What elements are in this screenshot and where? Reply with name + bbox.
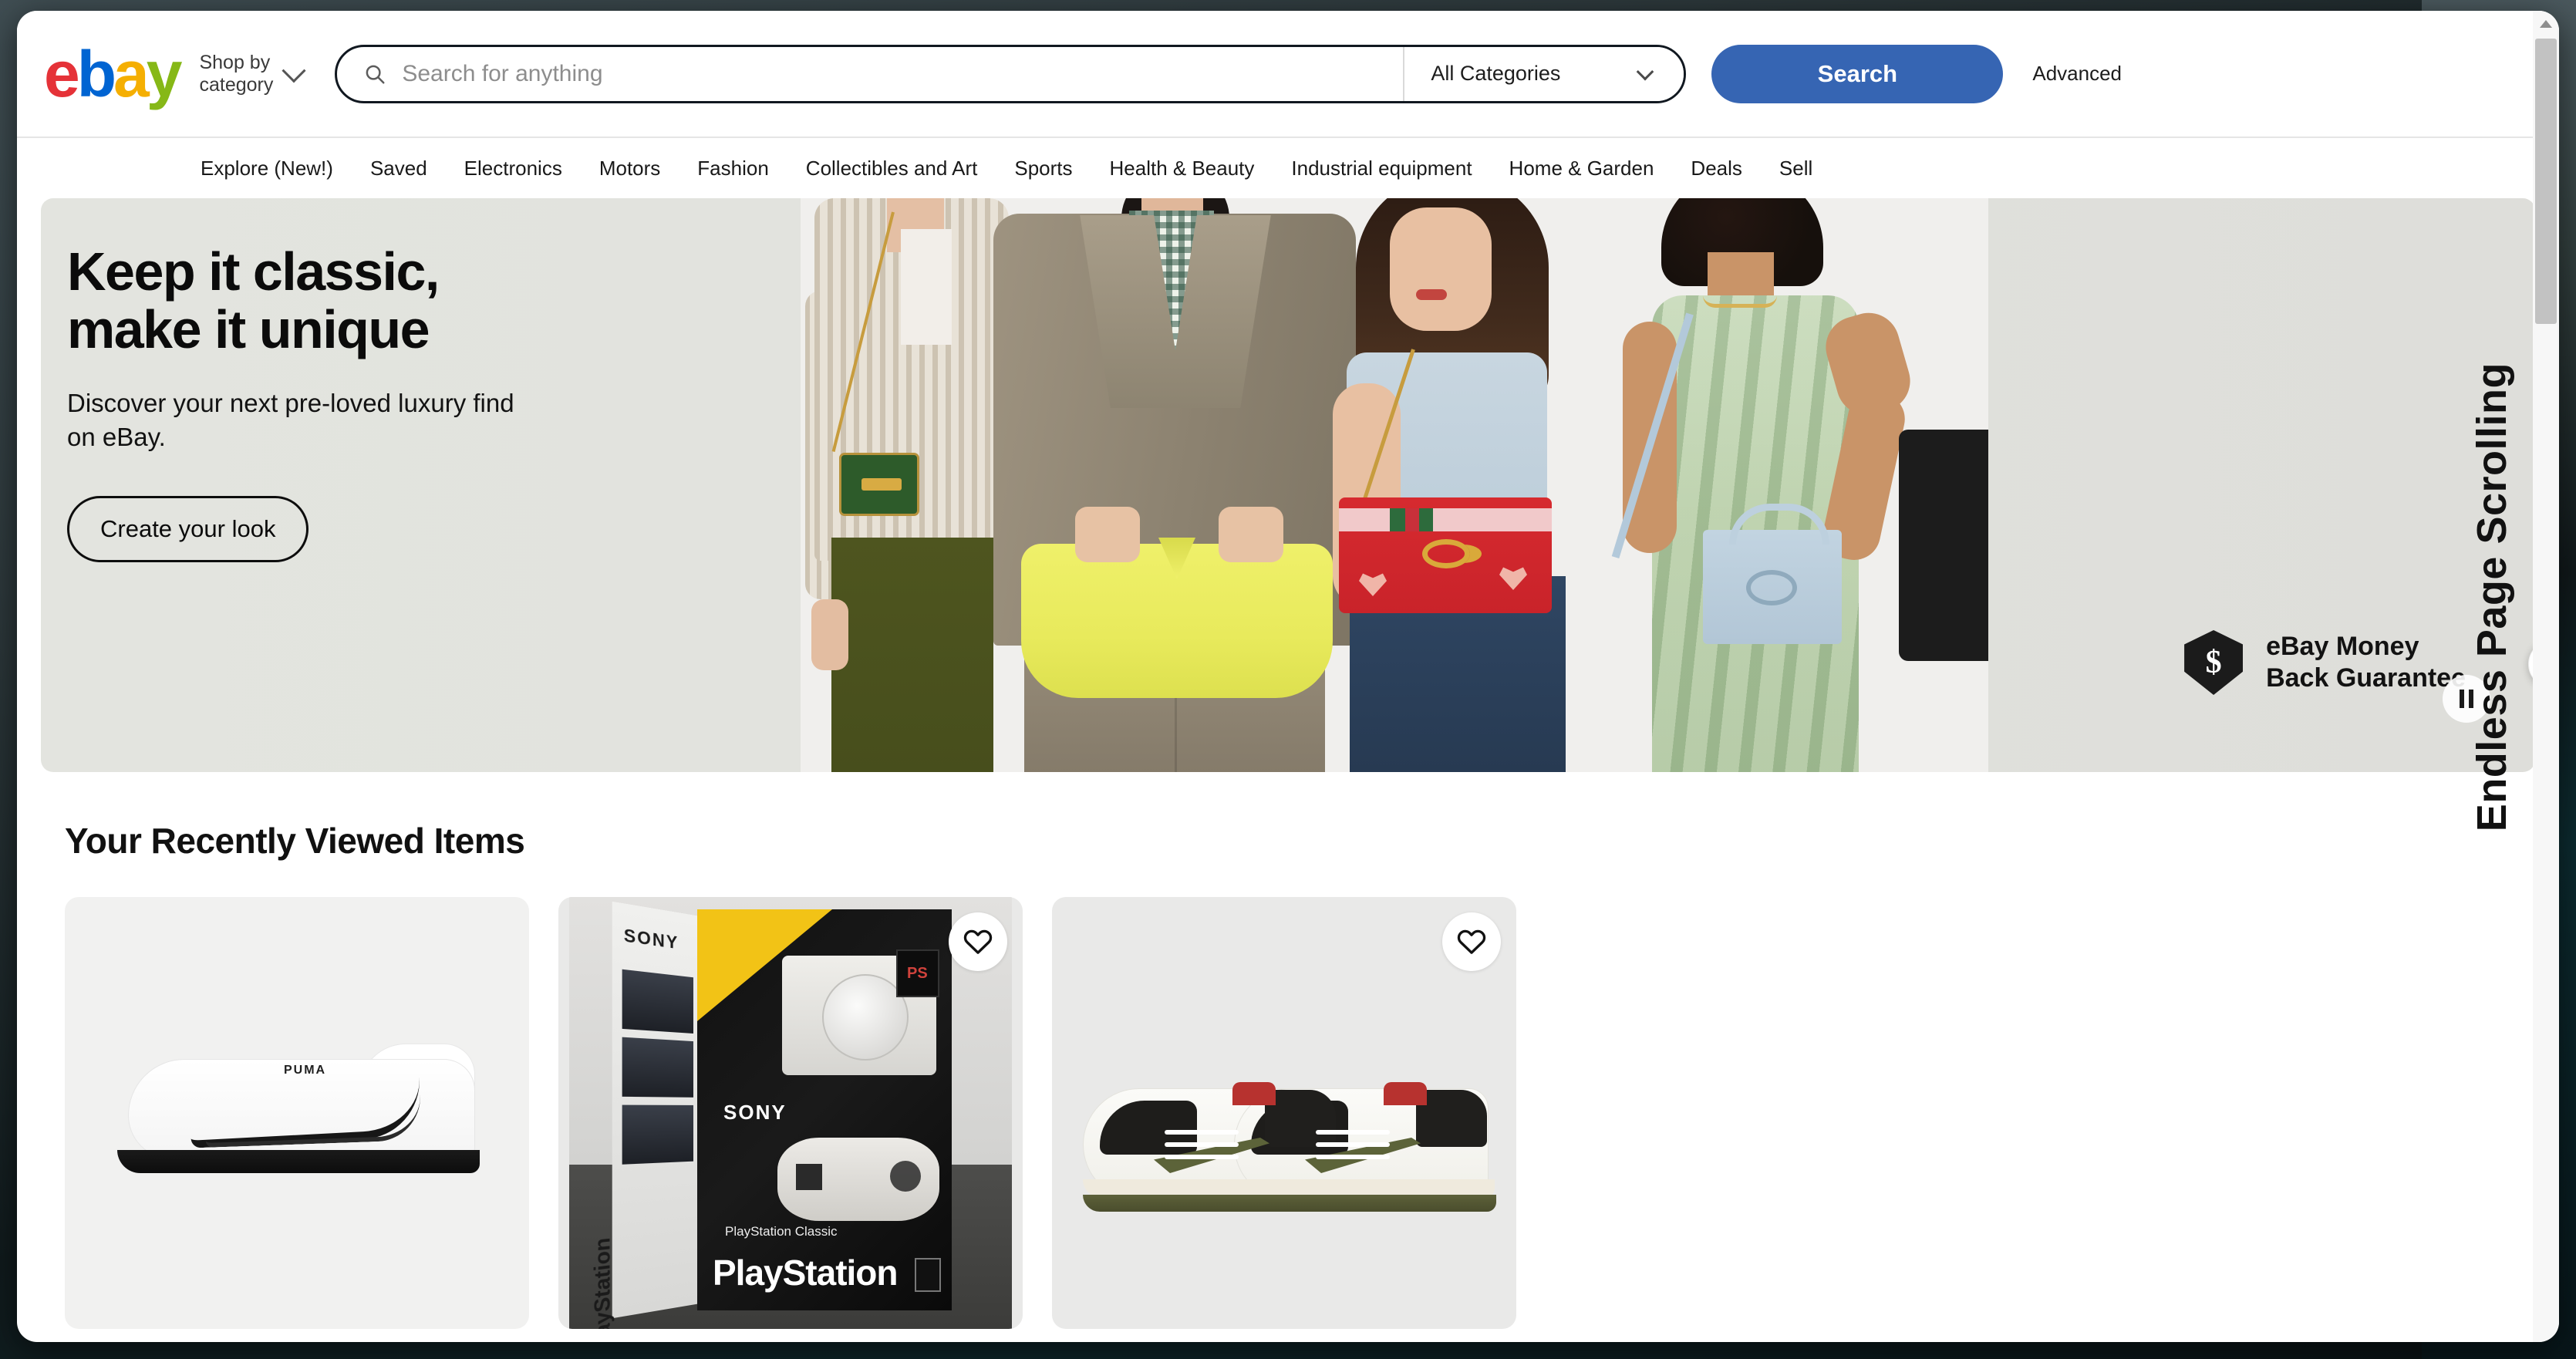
shop-by-category-button[interactable]: Shop by category	[199, 51, 306, 96]
page-scrollbar[interactable]	[2533, 11, 2559, 1342]
advanced-search-link[interactable]: Advanced	[2032, 62, 2122, 86]
category-select[interactable]: All Categories	[1403, 46, 1684, 101]
puma-brand-mark: PUMA	[284, 1064, 327, 1077]
hero-photo	[801, 198, 1988, 772]
scrollbar-up-button[interactable]	[2533, 11, 2559, 37]
search-shell: All Categories	[335, 44, 1687, 103]
chevron-down-icon	[1637, 62, 1654, 80]
site-header: ebay Shop by category All Categories	[17, 11, 2559, 137]
nav-item-fashion[interactable]: Fashion	[697, 157, 769, 180]
nav-item-sell[interactable]: Sell	[1779, 157, 1812, 180]
heart-icon	[1457, 929, 1486, 954]
nav-item-motors[interactable]: Motors	[599, 157, 660, 180]
ebay-logo[interactable]: ebay	[44, 37, 183, 110]
yellow-clutch-bag	[1021, 544, 1333, 698]
blue-telfar-bag	[1703, 504, 1842, 644]
nav-item-health-beauty[interactable]: Health & Beauty	[1110, 157, 1255, 180]
playstation-side-word: PlayStation	[588, 1236, 615, 1329]
create-your-look-button[interactable]: Create your look	[67, 495, 309, 562]
recently-viewed-grid: PUMA SONY PlayStation PS SONY PlayStatio…	[65, 897, 2559, 1329]
search-button[interactable]: Search	[1711, 44, 2004, 103]
chevron-down-icon	[282, 58, 306, 83]
hero-subtitle: Discover your next pre-loved luxury find…	[67, 388, 514, 451]
playstation-box-image: SONY PlayStation SONY PlayStation Classi…	[569, 897, 1012, 1329]
playstation-front-word: PlayStation	[713, 1253, 899, 1293]
sony-side-mark: SONY	[623, 925, 679, 953]
search-icon	[366, 65, 385, 83]
heart-icon	[963, 929, 993, 954]
hero-title: Keep it classic, make it unique	[67, 241, 440, 359]
red-gucci-bag	[1339, 497, 1552, 613]
nav-item-sports[interactable]: Sports	[1014, 157, 1072, 180]
nav-item-home-garden[interactable]: Home & Garden	[1509, 157, 1654, 180]
nav-item-collectibles-art[interactable]: Collectibles and Art	[806, 157, 978, 180]
nav-item-deals[interactable]: Deals	[1691, 157, 1741, 180]
browser-page-surface: ebay Shop by category All Categories	[17, 11, 2559, 1342]
search-input[interactable]	[402, 60, 1381, 87]
hero-carousel: Keep it classic, make it unique Discover…	[17, 198, 2559, 772]
green-shoulder-bag	[839, 453, 919, 516]
hero-copy: Keep it classic, make it unique Discover…	[67, 243, 684, 562]
recently-viewed-title: Your Recently Viewed Items	[65, 821, 525, 861]
logo-letter-e: e	[44, 37, 80, 110]
money-back-guarantee-text: eBay Money Back Guarantee	[2266, 631, 2466, 693]
hero-model-green-dress	[1587, 198, 1919, 772]
search-area: All Categories Search Advanced	[335, 44, 2122, 103]
playstation-classic-sub-word: PlayStation Classic	[725, 1224, 838, 1239]
nav-item-industrial[interactable]: Industrial equipment	[1291, 157, 1472, 180]
product-card-puma-sneaker[interactable]: PUMA	[65, 897, 529, 1329]
endless-page-scrolling-annotation: Endless Page Scrolling	[2469, 363, 2515, 832]
hero-model-partial-right	[1880, 198, 1988, 772]
hero-model-blue-tank	[1333, 198, 1618, 772]
dollar-symbol: $	[2205, 645, 2222, 680]
scrollbar-thumb[interactable]	[2535, 39, 2557, 324]
recently-viewed-section: Your Recently Viewed Items PUMA SONY Pla…	[17, 772, 2559, 1329]
product-card-playstation-classic[interactable]: SONY PlayStation SONY PlayStation Classi…	[558, 897, 1023, 1329]
nav-item-electronics[interactable]: Electronics	[464, 157, 562, 180]
logo-letter-b: b	[76, 37, 116, 110]
search-input-zone[interactable]	[337, 47, 1403, 101]
category-select-value: All Categories	[1431, 62, 1561, 85]
triangle-up-icon	[2540, 20, 2552, 28]
sony-front-mark: SONY	[723, 1101, 787, 1124]
money-back-guarantee-badge: $ eBay Money Back Guarantee	[2184, 630, 2466, 695]
watchlist-heart-button[interactable]	[1442, 912, 1501, 971]
jordan-sneakers-image	[1083, 1036, 1496, 1221]
nav-item-explore[interactable]: Explore (New!)	[201, 157, 333, 180]
logo-letter-y: y	[146, 37, 183, 110]
hero-slide[interactable]: Keep it classic, make it unique Discover…	[41, 198, 2535, 772]
primary-nav: Explore (New!) Saved Electronics Motors …	[17, 137, 2559, 198]
logo-letter-a: a	[113, 37, 150, 110]
hero-model-taupe-blazer	[993, 198, 1356, 772]
dollar-shield-icon: $	[2184, 630, 2244, 695]
puma-sneaker-image: PUMA	[105, 1044, 491, 1198]
pause-icon-bar-left	[2460, 690, 2464, 708]
watchlist-heart-button[interactable]	[949, 912, 1007, 971]
nav-item-saved[interactable]: Saved	[370, 157, 427, 180]
shop-by-category-label: Shop by category	[199, 51, 274, 96]
product-card-jordan-sneakers[interactable]	[1052, 897, 1516, 1329]
